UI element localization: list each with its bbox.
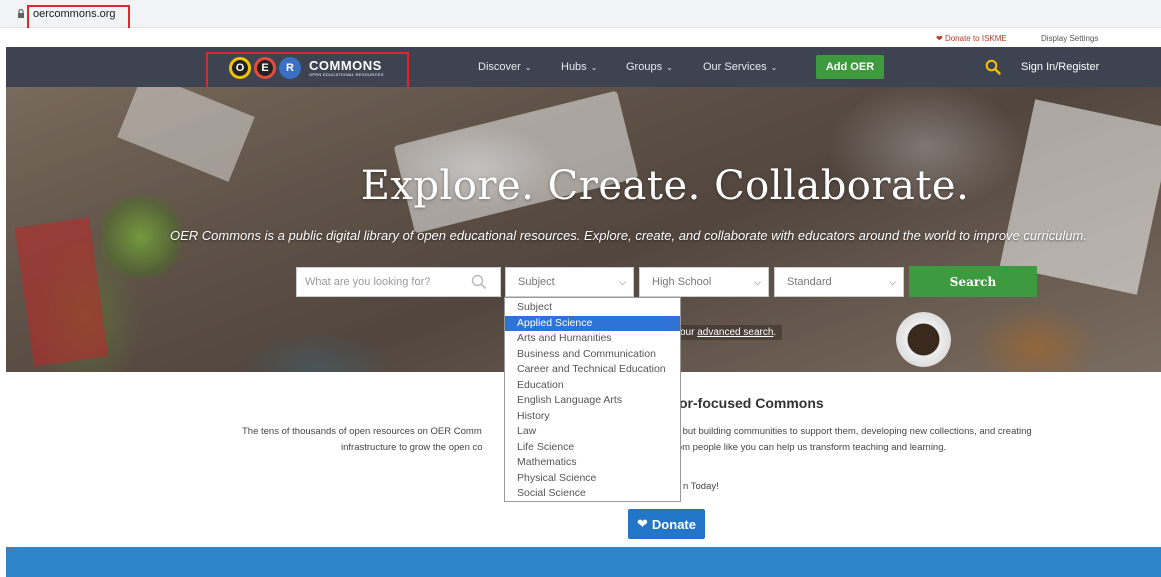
advanced-search-link[interactable]: advanced search [697, 327, 773, 338]
search-icon[interactable] [985, 59, 1001, 75]
subject-dropdown-list[interactable]: Subject Applied Science Arts and Humanitie… [504, 297, 681, 502]
keyboard-image [393, 90, 639, 234]
search-icon[interactable] [471, 274, 487, 290]
donate-iskme-label: Donate to ISKME [944, 34, 1007, 43]
lock-icon [18, 9, 24, 18]
intro-text-line2-left: infrastructure to grow the open co [341, 442, 483, 453]
search-placeholder: What are you looking for? [305, 276, 431, 288]
display-settings-link[interactable]: Display Settings [1041, 34, 1098, 43]
nav-groups[interactable]: Groups ⌄ [626, 61, 673, 73]
add-oer-button[interactable]: Add OER [816, 55, 884, 79]
nav-hubs-label: Hubs [561, 61, 587, 73]
coffee-cup-image [896, 312, 951, 367]
dropdown-option[interactable]: Physical Science [505, 471, 680, 487]
dropdown-option[interactable]: Mathematics [505, 455, 680, 471]
red-book-image [14, 217, 109, 367]
dropdown-option[interactable]: Education [505, 378, 680, 394]
donate-button[interactable]: ❤ Donate [628, 509, 705, 539]
hero-subtitle: OER Commons is a public digital library … [170, 228, 1087, 243]
nav-discover-label: Discover [478, 61, 521, 73]
chevron-down-icon: ⌄ [590, 63, 598, 72]
search-button[interactable]: Search [909, 266, 1037, 297]
dropdown-option[interactable]: Life Science [505, 440, 680, 456]
chevron-down-icon: ⌄ [524, 63, 532, 72]
nav-discover[interactable]: Discover ⌄ [478, 61, 532, 73]
nav-our-services[interactable]: Our Services ⌄ [703, 61, 777, 73]
intro-text-line2-right: from people like you can help us transfo… [671, 442, 947, 453]
donate-iskme-link[interactable]: ❤ Donate to ISKME [936, 34, 1007, 43]
dropdown-option[interactable]: Applied Science [505, 315, 680, 331]
standard-select-value: Standard [787, 276, 832, 288]
chevron-down-icon: ⌵ [889, 277, 896, 287]
chevron-down-icon: ⌄ [770, 63, 778, 72]
standard-select[interactable]: Standard ⌵ [774, 267, 904, 297]
join-text: n Today! [683, 481, 719, 492]
nav-our-services-label: Our Services [703, 61, 767, 73]
browser-address-bar [0, 0, 1161, 28]
sign-in-register-link[interactable]: Sign In/Register [1021, 61, 1099, 73]
education-level-select[interactable]: High School ⌵ [639, 267, 769, 297]
heart-icon: ❤ [637, 516, 648, 531]
footer-band [6, 547, 1161, 577]
advanced-search-line: our advanced search. [680, 325, 783, 340]
subject-select-value: Subject [518, 276, 555, 288]
dropdown-option[interactable]: History [505, 409, 680, 425]
dropdown-option[interactable]: English Language Arts [505, 393, 680, 409]
hero-title: Explore. Create. Collaborate. [360, 163, 970, 209]
nav-hubs[interactable]: Hubs ⌄ [561, 61, 597, 73]
intro-text-line1-left: The tens of thousands of open resources … [242, 426, 482, 437]
donate-button-label: Donate [651, 516, 696, 532]
education-level-value: High School [652, 276, 712, 288]
advanced-search-prefix: our [680, 327, 695, 338]
subject-select[interactable]: Subject ⌵ [505, 267, 634, 297]
dropdown-option[interactable]: Arts and Humanities [505, 331, 680, 347]
intro-text-line1-right: r - but building communities to support … [671, 426, 1032, 437]
chevron-down-icon: ⌵ [619, 277, 626, 287]
dropdown-option[interactable]: Subject [505, 300, 680, 316]
nav-groups-label: Groups [626, 61, 663, 73]
dropdown-option[interactable]: Social Science [505, 486, 680, 502]
chevron-down-icon: ⌄ [666, 63, 673, 72]
section-heading: or-focused Commons [679, 395, 824, 411]
dropdown-option[interactable]: Law [505, 424, 680, 440]
dropdown-option[interactable]: Career and Technical Education [505, 362, 680, 378]
dropdown-option[interactable]: Business and Communication [505, 347, 680, 363]
chevron-down-icon: ⌵ [754, 277, 761, 287]
